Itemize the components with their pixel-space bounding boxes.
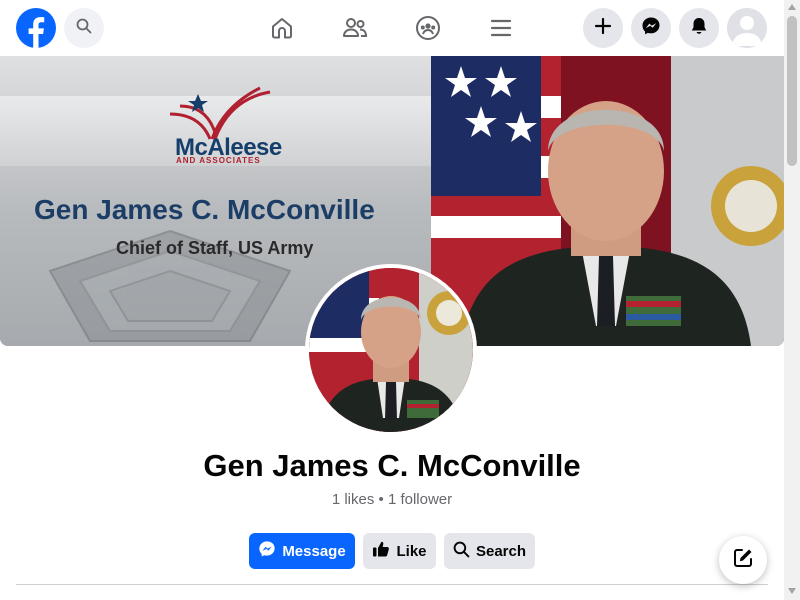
search-icon [76,18,92,39]
home-icon[interactable] [268,14,296,42]
message-button[interactable]: Message [249,533,355,569]
search-button[interactable] [64,8,104,48]
menu-icon[interactable] [487,14,515,42]
profile-picture[interactable] [305,264,477,436]
profile-name: Gen James C. McConville [203,448,581,483]
scroll-up-arrow-icon[interactable] [788,4,796,10]
cover-portrait-image [431,56,784,346]
like-button-label: Like [396,542,427,560]
brand-subtitle: AND ASSOCIATES [176,156,261,165]
section-divider [16,584,768,585]
messenger-icon [641,16,661,41]
like-button[interactable]: Like [363,533,436,569]
profile-stats[interactable]: 1 likes • 1 follower [0,491,784,508]
facebook-logo-icon[interactable] [16,8,56,48]
search-button-label: Search [475,542,527,560]
friends-icon[interactable] [341,14,369,42]
groups-icon[interactable] [414,14,442,42]
cover-title: Gen James C. McConville [34,194,375,225]
messenger-button[interactable] [631,8,671,48]
profile-picture-image [309,268,473,432]
page-scrollbar[interactable] [784,0,800,600]
plus-icon [594,17,612,40]
thumbs-up-icon [372,540,390,562]
message-button-label: Message [282,542,346,560]
compose-icon [732,547,754,574]
scrollbar-thumb[interactable] [787,16,797,166]
messenger-icon [258,540,276,562]
notifications-button[interactable] [679,8,719,48]
search-page-button[interactable]: Search [444,533,535,569]
avatar-icon [727,8,767,48]
top-navigation-bar [0,0,784,56]
search-icon [453,541,470,562]
bell-icon [689,16,709,41]
new-message-button[interactable] [719,536,767,584]
scroll-down-arrow-icon[interactable] [788,588,796,594]
create-button[interactable] [583,8,623,48]
account-avatar-button[interactable] [727,8,767,48]
cover-subtitle: Chief of Staff, US Army [116,238,314,258]
